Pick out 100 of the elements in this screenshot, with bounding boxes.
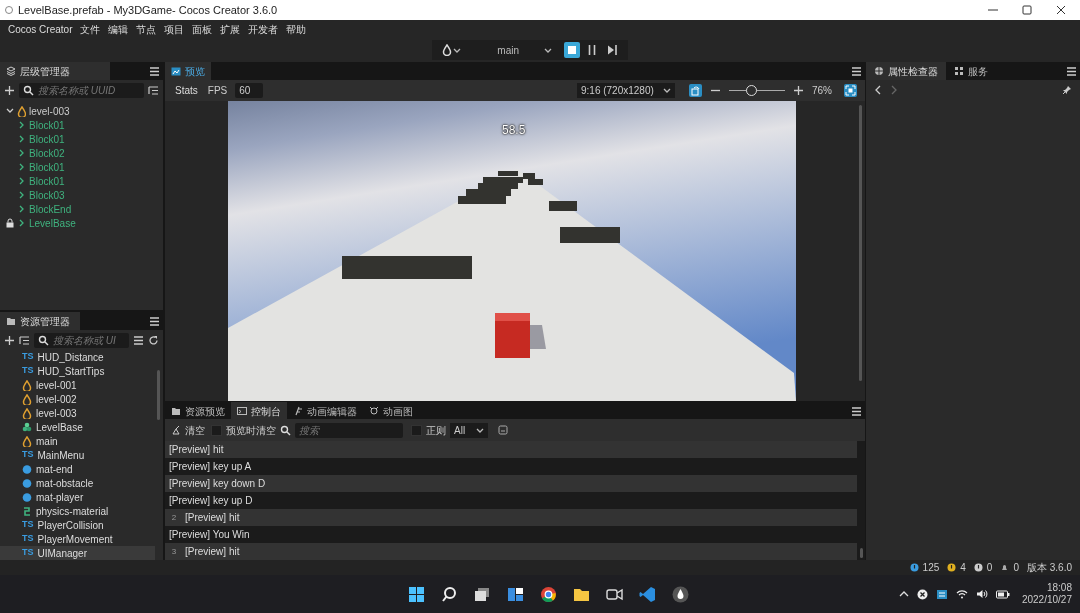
tree-item[interactable]: Block02 — [0, 146, 163, 160]
asset-item[interactable]: physics-material — [0, 504, 155, 518]
chevron-right-icon[interactable] — [18, 135, 26, 143]
menu-icon[interactable] — [149, 65, 160, 77]
battery-icon[interactable] — [995, 589, 1010, 599]
wifi-icon[interactable] — [955, 589, 968, 599]
chevron-right-icon[interactable] — [18, 121, 26, 129]
console-tab[interactable]: 控制台 — [231, 402, 287, 420]
add-icon[interactable] — [4, 84, 15, 96]
asset-item[interactable]: mat-obstacle — [0, 476, 155, 490]
rotate-button[interactable] — [689, 84, 702, 97]
asset-item[interactable]: TS HUD_Distance — [0, 350, 155, 364]
search-icon — [38, 334, 49, 346]
chevron-up-icon[interactable] — [898, 589, 909, 599]
menu-item[interactable]: 项目 — [164, 21, 185, 37]
tree-item[interactable]: Block01 — [0, 160, 163, 174]
panel-tab[interactable]: 属性检查器 — [866, 62, 946, 80]
checkbox[interactable] — [411, 424, 422, 436]
chevron-right-icon[interactable] — [18, 191, 26, 199]
chevron-right-icon[interactable] — [18, 177, 26, 185]
preview-tab[interactable]: 预览 — [165, 62, 211, 80]
tree-item[interactable]: LevelBase — [0, 216, 163, 230]
asset-item[interactable]: main — [0, 434, 155, 448]
stats-button[interactable]: Stats — [173, 83, 200, 98]
tree-item[interactable]: Block01 — [0, 118, 163, 132]
tree-item[interactable]: Block03 — [0, 188, 163, 202]
menu-item[interactable]: 帮助 — [286, 21, 307, 37]
scrollbar[interactable] — [157, 370, 160, 420]
add-icon[interactable] — [4, 334, 15, 346]
resolution-select[interactable]: 9:16 (720x1280) — [577, 83, 675, 98]
drop-icon[interactable] — [672, 585, 689, 603]
sort-icon[interactable] — [19, 334, 30, 346]
node-cluster-icon — [22, 421, 32, 433]
search-field[interactable]: 搜索名称或 UI — [34, 332, 129, 348]
tree-item[interactable]: Block01 — [0, 132, 163, 146]
menu-item[interactable]: Cocos Creator — [8, 21, 73, 37]
search-field[interactable]: 搜索名称或 UUID — [19, 82, 144, 98]
zoom-in-icon[interactable] — [793, 85, 804, 96]
tree-item[interactable]: BlockEnd — [0, 202, 163, 216]
back-icon[interactable] — [874, 85, 882, 95]
refresh-icon[interactable] — [148, 334, 159, 346]
asset-item[interactable]: TS MainMenu — [0, 448, 155, 462]
error-icon[interactable] — [916, 588, 928, 600]
file-type-label: TS — [22, 448, 34, 462]
menu-icon[interactable] — [1066, 65, 1077, 77]
tree-view-icon[interactable] — [148, 84, 159, 96]
asset-item[interactable]: level-002 — [0, 392, 155, 406]
pin-icon[interactable] — [1062, 85, 1072, 95]
menu-item[interactable]: 面板 — [192, 21, 213, 37]
asset-item[interactable]: level-001 — [0, 378, 155, 392]
forward-icon[interactable] — [890, 85, 898, 95]
list-view-icon[interactable] — [133, 334, 144, 346]
windows-stack-icon[interactable] — [474, 585, 491, 603]
chevron-right-icon[interactable] — [18, 163, 26, 171]
asset-item[interactable]: TS UIManager — [0, 546, 155, 560]
asset-item[interactable]: TS HUD_StartTips — [0, 364, 155, 378]
speaker-icon[interactable] — [975, 589, 988, 599]
search-field[interactable]: 搜索 — [295, 422, 403, 438]
menu-item[interactable]: 扩展 — [220, 21, 241, 37]
menu-item[interactable]: 开发者 — [248, 21, 279, 37]
level-select[interactable]: All — [450, 422, 488, 438]
slider-thumb[interactable] — [746, 85, 758, 96]
menu-icon[interactable] — [149, 315, 160, 327]
asset-item[interactable]: mat-player — [0, 490, 155, 504]
search-icon[interactable] — [441, 585, 458, 603]
chevron-right-icon[interactable] — [18, 219, 26, 227]
chevron-down-icon[interactable] — [6, 107, 14, 115]
chevron-right-icon[interactable] — [18, 149, 26, 157]
fit-button[interactable] — [844, 84, 857, 97]
zoom-slider[interactable] — [729, 85, 785, 96]
panel-tab[interactable]: 层级管理器 — [0, 62, 110, 80]
fps-field[interactable]: 60 — [235, 83, 264, 98]
panel-tab[interactable]: 资源管理器 — [0, 312, 80, 330]
widgets-icon[interactable] — [507, 585, 524, 603]
checkbox[interactable] — [211, 424, 222, 436]
menu-icon[interactable] — [851, 65, 862, 77]
keyboard-icon[interactable] — [935, 588, 948, 600]
info-icon — [909, 563, 919, 572]
scrollbar[interactable] — [859, 105, 862, 381]
code-editor-icon[interactable] — [639, 585, 656, 603]
menu-icon[interactable] — [851, 405, 862, 417]
log-message: [Preview] key down D — [169, 477, 266, 491]
clear-button[interactable]: 清空 — [169, 422, 207, 438]
asset-item[interactable]: level-003 — [0, 406, 155, 420]
asset-item[interactable]: TS PlayerCollision — [0, 518, 155, 532]
checkbox-label: 正则 — [426, 423, 446, 438]
chevron-right-icon[interactable] — [18, 205, 26, 213]
tree-item[interactable]: level-003 — [0, 104, 163, 118]
browser-icon[interactable] — [540, 585, 557, 603]
save-icon[interactable] — [498, 425, 508, 435]
asset-item[interactable]: TS PlayerMovement — [0, 532, 155, 546]
windows-logo-icon[interactable] — [408, 585, 425, 603]
sphere-icon — [22, 463, 32, 475]
asset-item[interactable]: LevelBase — [0, 420, 155, 434]
asset-item[interactable]: mat-end — [0, 462, 155, 476]
menu-item[interactable]: 节点 — [136, 21, 157, 37]
menu-item[interactable]: 编辑 — [108, 21, 129, 37]
menu-item[interactable]: 文件 — [80, 21, 101, 37]
scrollbar[interactable] — [860, 548, 863, 558]
tree-item[interactable]: Block01 — [0, 174, 163, 188]
